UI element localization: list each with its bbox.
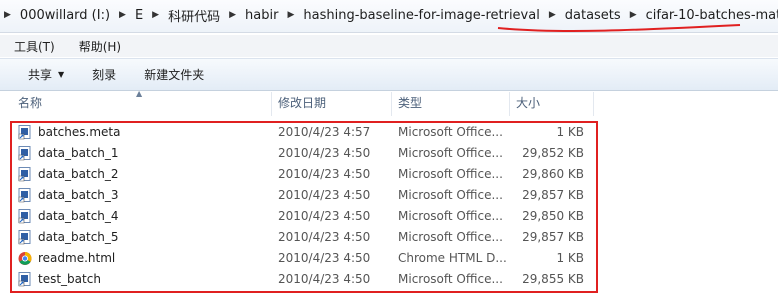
menu-bar: 工具(T) 帮助(H) xyxy=(0,35,778,57)
file-date: 2010/4/23 4:50 xyxy=(278,167,371,181)
file-size: 29,860 KB xyxy=(522,167,584,181)
file-shortcut-icon xyxy=(18,272,31,287)
file-name: test_batch xyxy=(38,272,101,286)
chevron-right-icon[interactable] xyxy=(547,10,558,20)
menu-help[interactable]: 帮助(H) xyxy=(65,38,131,55)
chevron-right-icon[interactable] xyxy=(150,10,161,20)
file-shortcut-icon xyxy=(18,209,31,224)
breadcrumb: 000willard (I:) E 科研代码 habir hashing-bas… xyxy=(0,0,778,30)
file-shortcut-icon xyxy=(18,188,31,203)
file-shortcut-icon xyxy=(18,167,31,182)
file-row[interactable]: data_batch_2 2010/4/23 4:50 Microsoft Of… xyxy=(0,164,778,185)
file-date: 2010/4/23 4:50 xyxy=(278,188,371,202)
column-date[interactable]: 修改日期 xyxy=(272,92,392,116)
breadcrumb-e[interactable]: E xyxy=(128,8,150,23)
file-name: data_batch_4 xyxy=(38,209,119,223)
column-size[interactable]: 大小 xyxy=(510,92,594,116)
column-header: ▲ 名称 修改日期 类型 大小 xyxy=(0,89,778,116)
file-size: 29,852 KB xyxy=(522,146,584,160)
file-size: 29,857 KB xyxy=(522,188,584,202)
breadcrumb-habir[interactable]: habir xyxy=(238,8,285,23)
file-type: Microsoft Office... xyxy=(398,230,503,244)
command-bar: 共享 ▼ 刻录 新建文件夹 xyxy=(0,58,778,91)
burn-button[interactable]: 刻录 xyxy=(78,66,130,83)
breadcrumb-hashing-baseline[interactable]: hashing-baseline-for-image-retrieval xyxy=(296,8,546,23)
file-date: 2010/4/23 4:57 xyxy=(278,125,371,139)
file-date: 2010/4/23 4:50 xyxy=(278,251,371,265)
file-name: data_batch_5 xyxy=(38,230,119,244)
file-row[interactable]: data_batch_4 2010/4/23 4:50 Microsoft Of… xyxy=(0,206,778,227)
file-size: 29,855 KB xyxy=(522,272,584,286)
file-size: 29,850 KB xyxy=(522,209,584,223)
address-bar[interactable]: 000willard (I:) E 科研代码 habir hashing-bas… xyxy=(0,0,778,33)
breadcrumb-drive[interactable]: 000willard (I:) xyxy=(13,8,117,23)
file-row[interactable]: data_batch_1 2010/4/23 4:50 Microsoft Of… xyxy=(0,143,778,164)
file-type: Microsoft Office... xyxy=(398,209,503,223)
file-row[interactable]: batches.meta 2010/4/23 4:57 Microsoft Of… xyxy=(0,122,778,143)
file-type: Microsoft Office... xyxy=(398,167,503,181)
file-shortcut-icon xyxy=(18,146,31,161)
breadcrumb-datasets[interactable]: datasets xyxy=(558,8,628,23)
file-size: 29,857 KB xyxy=(522,230,584,244)
chevron-right-icon[interactable] xyxy=(227,10,238,20)
column-type[interactable]: 类型 xyxy=(392,92,510,116)
breadcrumb-cifar[interactable]: cifar-10-batches-mat xyxy=(639,8,778,23)
file-date: 2010/4/23 4:50 xyxy=(278,209,371,223)
file-type: Microsoft Office... xyxy=(398,272,503,286)
column-name[interactable]: 名称 xyxy=(12,92,272,116)
file-date: 2010/4/23 4:50 xyxy=(278,230,371,244)
chevron-right-icon[interactable] xyxy=(0,10,13,20)
file-shortcut-icon xyxy=(18,125,31,140)
file-name: readme.html xyxy=(38,251,116,265)
file-size: 1 KB xyxy=(556,251,584,265)
file-name: batches.meta xyxy=(38,125,121,139)
file-name: data_batch_2 xyxy=(38,167,119,181)
chevron-right-icon[interactable] xyxy=(285,10,296,20)
file-name: data_batch_1 xyxy=(38,146,119,160)
dropdown-arrow-icon: ▼ xyxy=(58,70,65,79)
chrome-icon xyxy=(18,252,32,265)
file-type: Microsoft Office... xyxy=(398,146,503,160)
file-row[interactable]: data_batch_5 2010/4/23 4:50 Microsoft Of… xyxy=(0,227,778,248)
chevron-right-icon[interactable] xyxy=(117,10,128,20)
file-row[interactable]: readme.html 2010/4/23 4:50 Chrome HTML D… xyxy=(0,248,778,269)
new-folder-button[interactable]: 新建文件夹 xyxy=(130,66,218,83)
file-shortcut-icon xyxy=(18,230,31,245)
share-button[interactable]: 共享 ▼ xyxy=(0,66,78,83)
file-name: data_batch_3 xyxy=(38,188,119,202)
file-type: Chrome HTML D... xyxy=(398,251,506,265)
file-size: 1 KB xyxy=(556,125,584,139)
file-type: Microsoft Office... xyxy=(398,188,503,202)
share-label: 共享 xyxy=(28,68,53,82)
menu-tools[interactable]: 工具(T) xyxy=(0,38,65,55)
breadcrumb-research-code[interactable]: 科研代码 xyxy=(161,6,227,25)
file-date: 2010/4/23 4:50 xyxy=(278,146,371,160)
file-type: Microsoft Office... xyxy=(398,125,503,139)
file-row[interactable]: test_batch 2010/4/23 4:50 Microsoft Offi… xyxy=(0,269,778,290)
file-row[interactable]: data_batch_3 2010/4/23 4:50 Microsoft Of… xyxy=(0,185,778,206)
chevron-right-icon[interactable] xyxy=(628,10,639,20)
file-date: 2010/4/23 4:50 xyxy=(278,272,371,286)
